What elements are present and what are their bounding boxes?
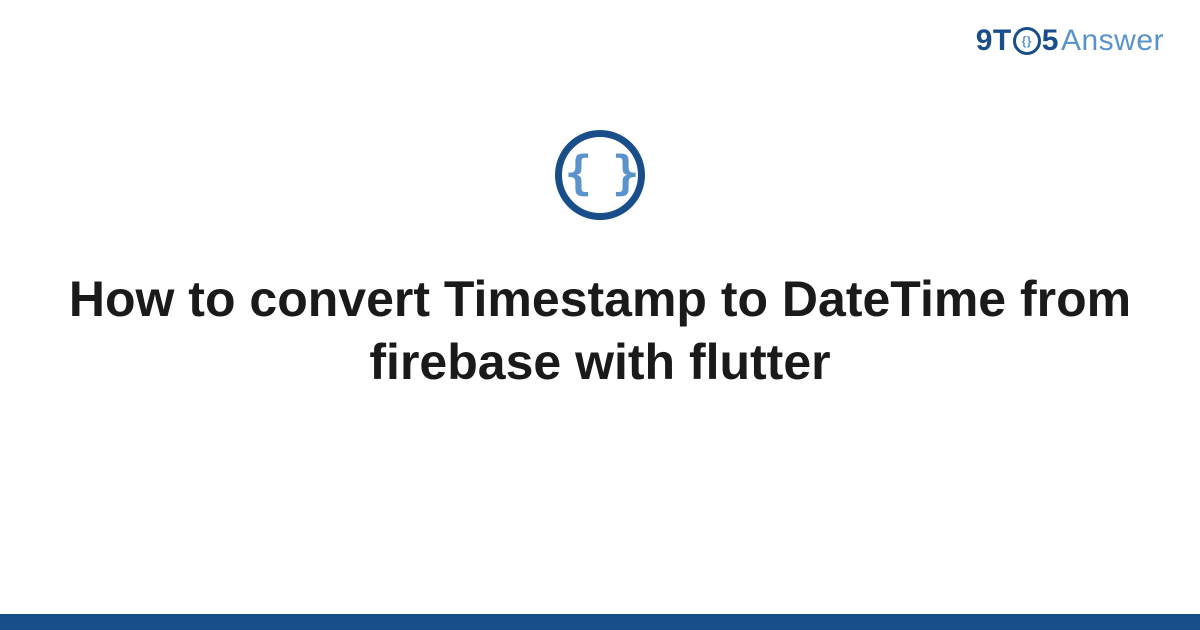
site-logo: 9T {} 5 Answer bbox=[976, 24, 1164, 58]
logo-text-answer: Answer bbox=[1061, 24, 1164, 58]
logo-circle-icon: {} bbox=[1013, 27, 1041, 55]
page-title: How to convert Timestamp to DateTime fro… bbox=[60, 268, 1140, 393]
main-content: { } How to convert Timestamp to DateTime… bbox=[0, 130, 1200, 393]
footer-bar bbox=[0, 614, 1200, 630]
category-icon: { } bbox=[555, 130, 645, 220]
logo-text-5: 5 bbox=[1042, 24, 1059, 58]
logo-text-9t: 9T bbox=[976, 24, 1012, 58]
braces-icon: { } bbox=[564, 150, 635, 196]
